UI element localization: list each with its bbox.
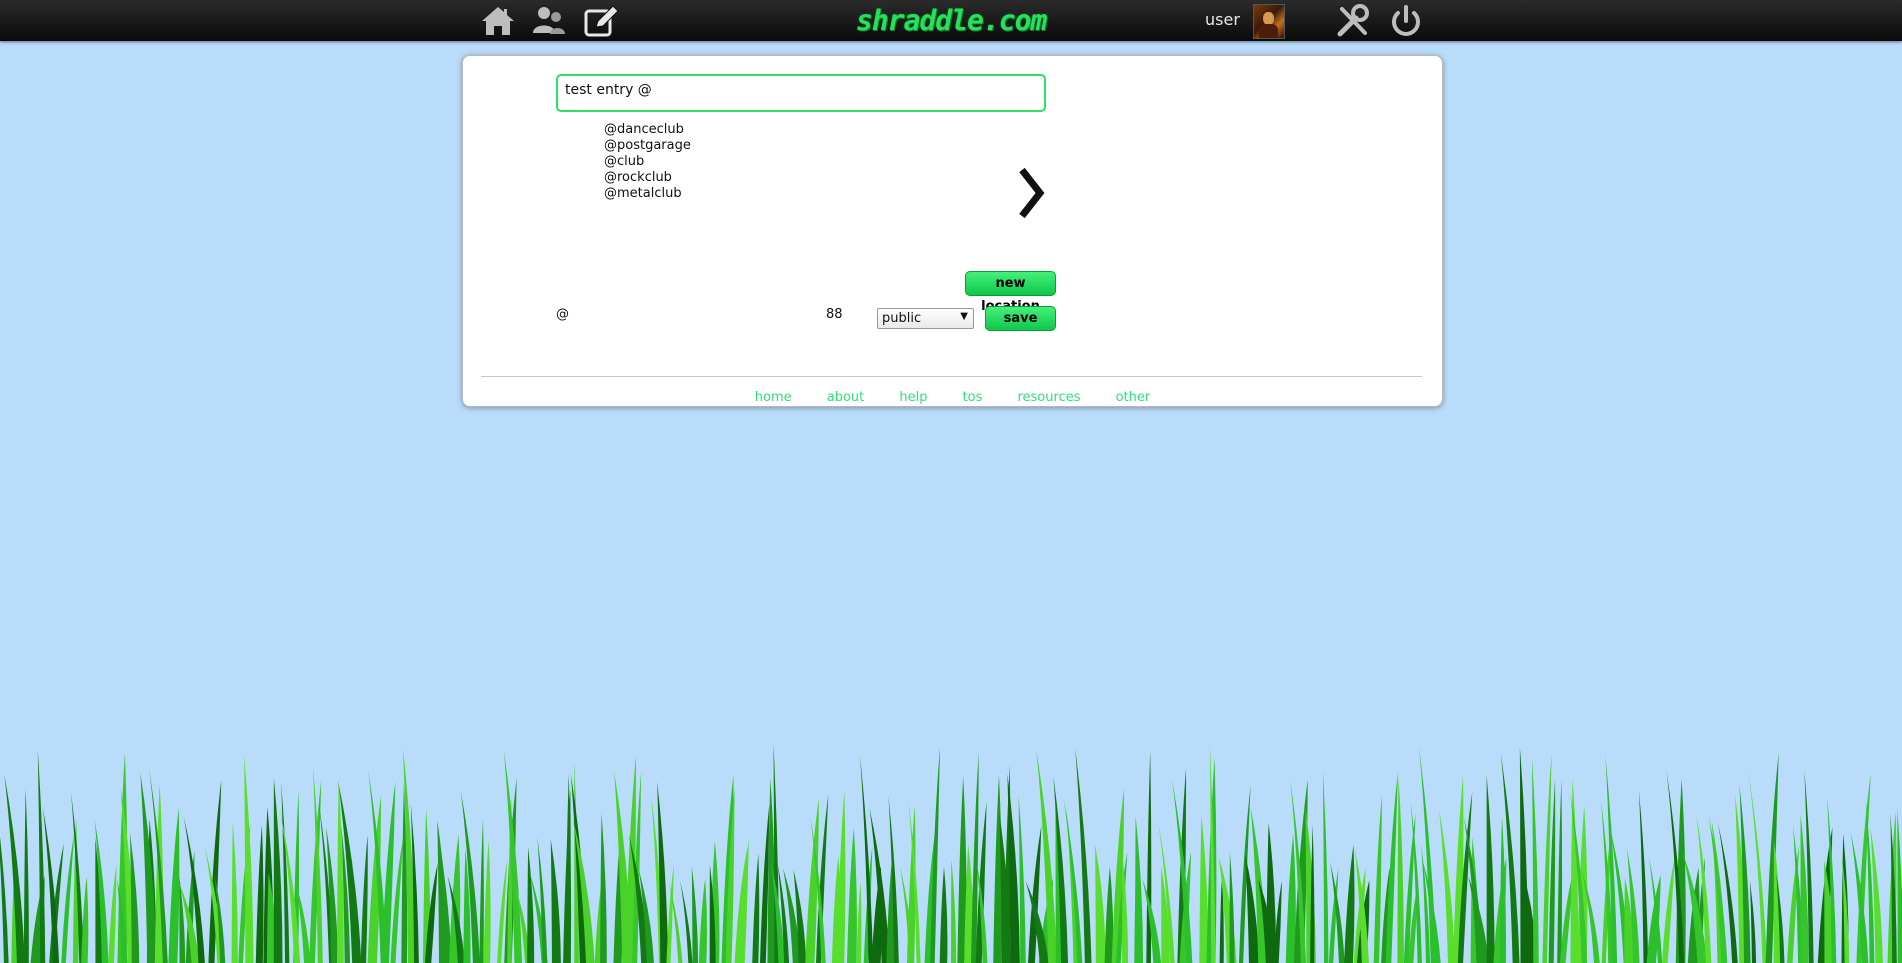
footer-link-help[interactable]: help [899,390,927,405]
grass-blade [856,882,862,963]
grass-blade [42,806,60,963]
grass-blade [1519,747,1529,963]
location-suggestions: @danceclub @postgarage @club @rockclub @… [604,122,691,202]
grass-blade [1142,879,1161,963]
grass-blade [691,866,699,963]
grass-blade [1229,851,1235,963]
divider [481,376,1422,377]
grass-blade [1104,866,1114,963]
visibility-select[interactable]: public ▼ [877,308,974,329]
grass-blade [1344,844,1355,963]
visibility-value: public [882,311,922,326]
avatar[interactable] [1253,4,1285,39]
grass-blade [600,813,607,963]
grass-blade [951,859,957,963]
grass-blade [1638,790,1649,963]
grass-blade [1199,816,1209,963]
grass-blade [23,788,29,963]
footer-link-about[interactable]: about [827,390,865,405]
grass-blade [168,807,180,963]
grass-blade [1748,770,1768,963]
save-button[interactable]: save [985,306,1056,331]
grass-decoration [0,744,1902,963]
grass-blade [1486,775,1495,963]
home-icon[interactable] [479,3,517,39]
grass-blade [1439,809,1456,963]
grass-blade [1135,816,1144,963]
grass-blade [483,840,491,963]
grass-blade [666,864,674,963]
grass-blade [108,864,117,963]
entry-input[interactable]: test entry @ [556,74,1046,112]
suggestion-item[interactable]: @rockclub [604,170,691,186]
grass-blade [1095,844,1106,963]
char-count: 88 [826,307,843,322]
grass-blade [1373,794,1382,963]
grass-blade [1322,770,1329,963]
friends-icon[interactable] [530,3,568,39]
grass-blade [1662,856,1676,963]
grass-blade [698,878,708,963]
grass-blade [1749,881,1757,963]
grass-blade [179,875,186,963]
grass-blade [231,821,238,963]
grass-blade [680,881,693,963]
suggestion-item[interactable]: @club [604,154,691,170]
footer-link-home[interactable]: home [755,390,792,405]
location-at-label: @ [556,307,569,322]
grass-blade [1385,771,1398,963]
username[interactable]: user [1205,10,1240,29]
suggestion-item[interactable]: @metalclub [604,186,691,202]
grass-blade [1499,815,1506,963]
grass-blade [930,746,940,963]
site-logo[interactable]: shraddle.com [856,4,1047,38]
grass-blade [273,777,283,963]
grass-blade [1285,833,1296,963]
grass-blade [479,818,484,963]
footer-link-tos[interactable]: tos [963,390,983,405]
new-location-button[interactable]: new location [965,271,1056,314]
grass-blade [255,824,264,963]
grass-blade [1557,780,1563,963]
grass-blade [61,833,75,963]
top-bar: shraddle.com user [0,0,1902,41]
grass-blade [847,827,857,963]
grass-blade [0,836,9,963]
grass-blade [140,771,157,963]
next-arrow-icon[interactable] [1016,166,1046,220]
grass-blade [1897,808,1902,963]
edit-icon[interactable] [582,3,620,39]
grass-blade [752,853,760,963]
settings-icon[interactable] [1334,3,1372,39]
grass-blade [1397,776,1404,963]
grass-blade [244,756,254,963]
composer-card: test entry @ @danceclub @postgarage @clu… [462,55,1443,407]
grass-blade [1865,801,1875,963]
grass-blade [527,847,535,963]
grass-blade [537,836,548,963]
suggestion-item[interactable]: @postgarage [604,138,691,154]
grass-blade [939,866,948,963]
grass-blade [1146,751,1152,963]
footer-link-resources[interactable]: resources [1017,390,1080,405]
grass-blade [1018,795,1026,963]
grass-blade [360,834,368,963]
suggestion-item[interactable]: @danceclub [604,122,691,138]
grass-blade [550,839,561,963]
footer-links: home about help tos resources other [463,386,1442,405]
chevron-down-icon: ▼ [960,311,968,322]
footer-link-other[interactable]: other [1116,390,1151,405]
power-icon[interactable] [1387,3,1425,39]
